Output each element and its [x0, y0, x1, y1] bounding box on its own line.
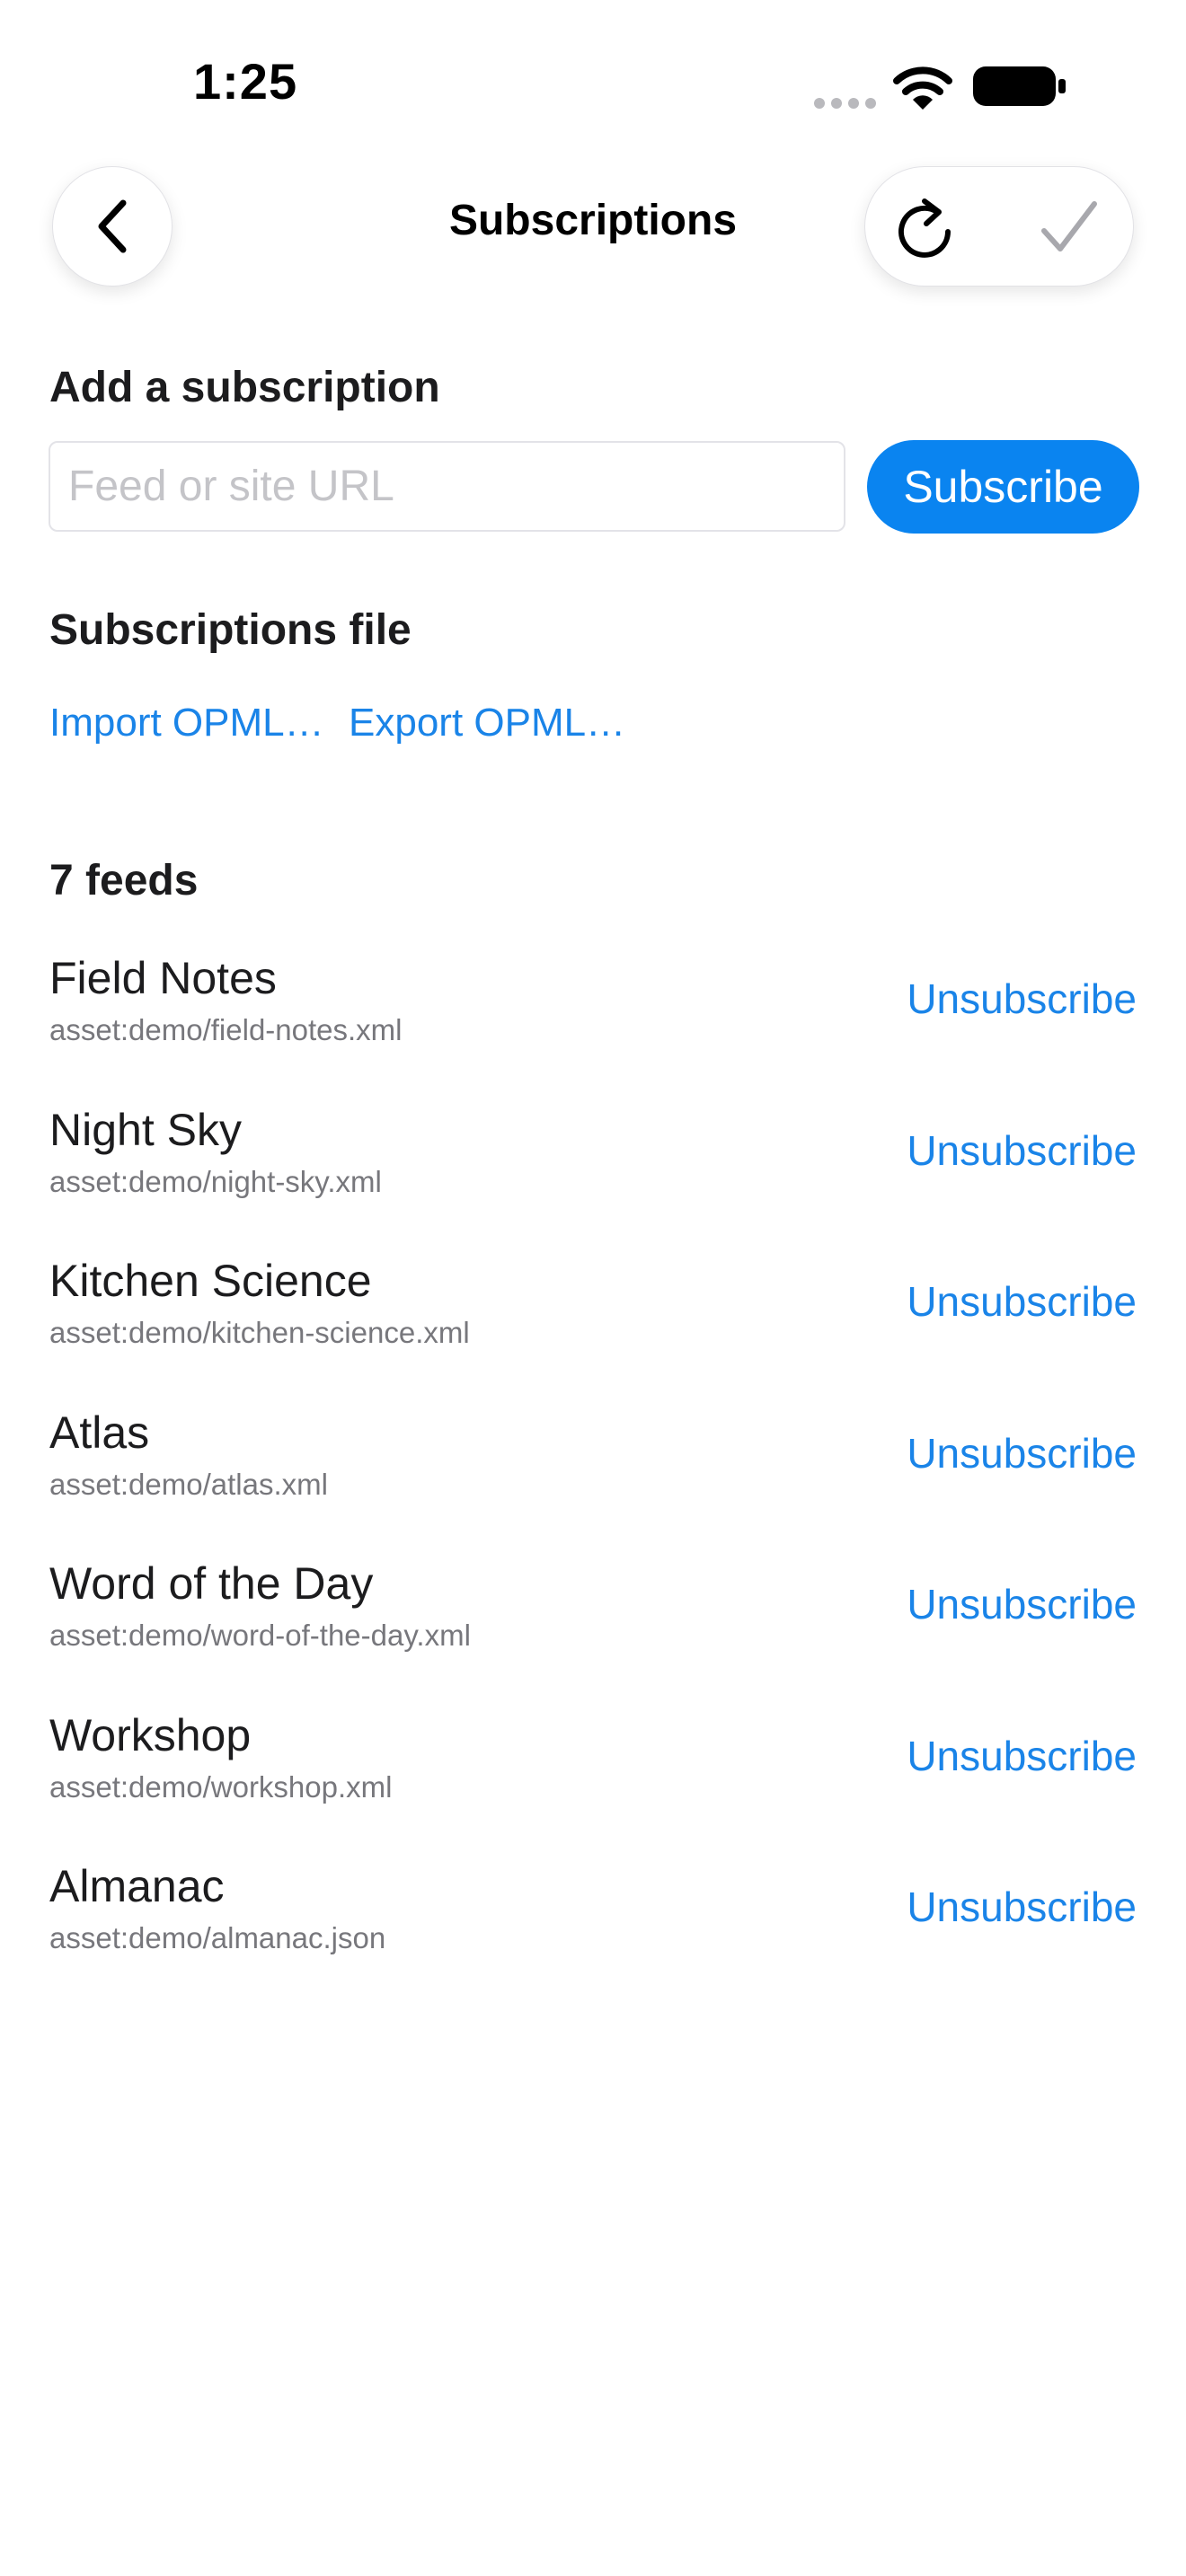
feed-row: Almanac asset:demo/almanac.json Unsubscr… — [0, 1851, 1186, 2003]
feed-url: asset:demo/workshop.xml — [49, 1769, 393, 1804]
feed-row: Word of the Day asset:demo/word-of-the-d… — [0, 1548, 1186, 1700]
subscriptions-file-heading: Subscriptions file — [49, 606, 412, 654]
feed-row: Field Notes asset:demo/field-notes.xml U… — [0, 943, 1186, 1095]
chevron-left-icon — [98, 199, 127, 253]
unsubscribe-button[interactable]: Unsubscribe — [907, 975, 1137, 1023]
feed-row: Workshop asset:demo/workshop.xml Unsubsc… — [0, 1700, 1186, 1852]
checkmark-icon — [1041, 201, 1097, 251]
feed-title: Atlas — [49, 1407, 150, 1458]
status-bar: 1:25 — [0, 0, 1186, 171]
feed-url: asset:demo/field-notes.xml — [49, 1013, 403, 1046]
wifi-icon — [893, 66, 952, 110]
feed-title: Kitchen Science — [49, 1256, 372, 1306]
feed-list: Field Notes asset:demo/field-notes.xml U… — [0, 943, 1186, 2003]
add-subscription-heading: Add a subscription — [49, 364, 440, 411]
refresh-button[interactable] — [892, 194, 959, 260]
battery-icon — [973, 66, 1066, 106]
refresh-icon — [898, 198, 951, 258]
feed-url: asset:demo/kitchen-science.xml — [49, 1316, 470, 1349]
feed-url: asset:demo/atlas.xml — [49, 1467, 328, 1501]
unsubscribe-button[interactable]: Unsubscribe — [907, 1580, 1137, 1628]
signal-dots-icon — [814, 98, 876, 109]
nav-action-group — [864, 166, 1134, 287]
feed-url: asset:demo/night-sky.xml — [49, 1164, 382, 1198]
feed-title: Word of the Day — [49, 1558, 374, 1609]
page-title: Subscriptions — [448, 197, 738, 244]
done-button[interactable] — [1036, 194, 1102, 260]
feed-row: Kitchen Science asset:demo/kitchen-scien… — [0, 1246, 1186, 1398]
unsubscribe-button[interactable]: Unsubscribe — [907, 1126, 1137, 1175]
feed-row: Atlas asset:demo/atlas.xml Unsubscribe — [0, 1398, 1186, 1549]
unsubscribe-button[interactable]: Unsubscribe — [907, 1732, 1137, 1780]
subscribe-button[interactable]: Subscribe — [867, 440, 1139, 534]
unsubscribe-button[interactable]: Unsubscribe — [907, 1883, 1137, 1931]
unsubscribe-button[interactable]: Unsubscribe — [907, 1429, 1137, 1478]
feed-url: asset:demo/word-of-the-day.xml — [49, 1619, 471, 1652]
feed-row: Night Sky asset:demo/night-sky.xml Unsub… — [0, 1095, 1186, 1247]
feed-url-input[interactable] — [49, 441, 845, 532]
feed-url: asset:demo/almanac.json — [49, 1921, 386, 1954]
feed-count-heading: 7 feeds — [49, 857, 199, 904]
feed-title: Workshop — [49, 1709, 252, 1760]
export-opml-link[interactable]: Export OPML… — [349, 701, 625, 745]
feed-title: Almanac — [49, 1861, 225, 1911]
back-button[interactable] — [52, 166, 173, 287]
unsubscribe-button[interactable]: Unsubscribe — [907, 1277, 1137, 1326]
feed-title: Field Notes — [49, 953, 277, 1003]
feed-title: Night Sky — [49, 1104, 242, 1155]
import-opml-link[interactable]: Import OPML… — [49, 701, 324, 745]
status-time: 1:25 — [193, 53, 298, 110]
